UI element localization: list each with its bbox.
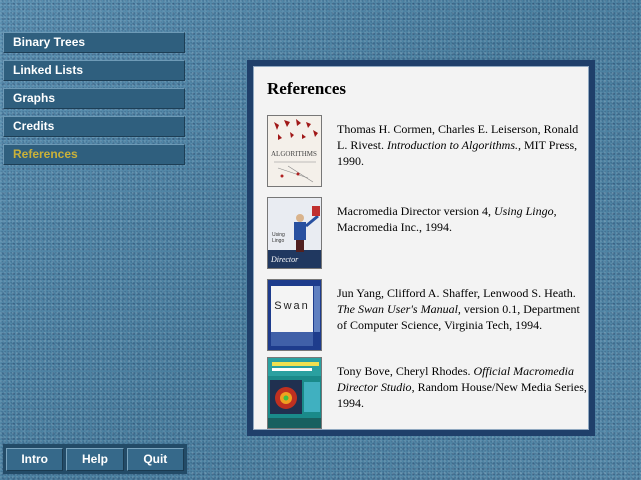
nav-item-credits[interactable]: Credits xyxy=(3,116,185,137)
reference-item: Swan Jun Yang, Clifford A. Shaffer, Lenw… xyxy=(267,279,597,351)
algorithms-book-cover-icon: ALGORITHMS xyxy=(267,115,322,187)
svg-text:ALGORITHMS: ALGORITHMS xyxy=(271,150,317,158)
reference-item: Using Lingo Director Macromedia Director… xyxy=(267,197,597,269)
references-panel-frame: References ALGORITHMS Thomas H. Cormen, … xyxy=(247,60,595,436)
quit-button[interactable]: Quit xyxy=(126,448,184,471)
help-button[interactable]: Help xyxy=(66,448,124,471)
director-studio-cover-icon xyxy=(267,357,322,429)
side-navigation: Binary Trees Linked Lists Graphs Credits… xyxy=(3,32,185,172)
nav-item-graphs[interactable]: Graphs xyxy=(3,88,185,109)
page-title: References xyxy=(267,79,346,98)
references-panel: References ALGORITHMS Thomas H. Cormen, … xyxy=(253,66,589,430)
reference-text: Tony Bove, Cheryl Rhodes. Official Macro… xyxy=(337,364,587,410)
nav-item-linked-lists[interactable]: Linked Lists xyxy=(3,60,185,81)
nav-item-references[interactable]: References xyxy=(3,144,185,165)
director-book-cover-icon: Using Lingo Director xyxy=(267,197,322,269)
reference-text: Macromedia Director version 4, Using Lin… xyxy=(337,204,557,234)
bottom-toolbar: Intro Help Quit xyxy=(3,444,187,474)
reference-item: ALGORITHMS Thomas H. Cormen, Charles E. … xyxy=(267,115,597,187)
reference-item: Tony Bove, Cheryl Rhodes. Official Macro… xyxy=(267,357,597,429)
swan-cover-title: Swan xyxy=(274,300,310,312)
intro-button[interactable]: Intro xyxy=(6,448,64,471)
svg-text:Director: Director xyxy=(270,255,299,264)
swan-manual-cover-icon: Swan xyxy=(267,279,322,351)
reference-text: Jun Yang, Clifford A. Shaffer, Lenwood S… xyxy=(337,286,580,332)
nav-item-binary-trees[interactable]: Binary Trees xyxy=(3,32,185,53)
reference-text: Thomas H. Cormen, Charles E. Leiserson, … xyxy=(337,122,579,168)
svg-text:Lingo: Lingo xyxy=(272,238,284,244)
